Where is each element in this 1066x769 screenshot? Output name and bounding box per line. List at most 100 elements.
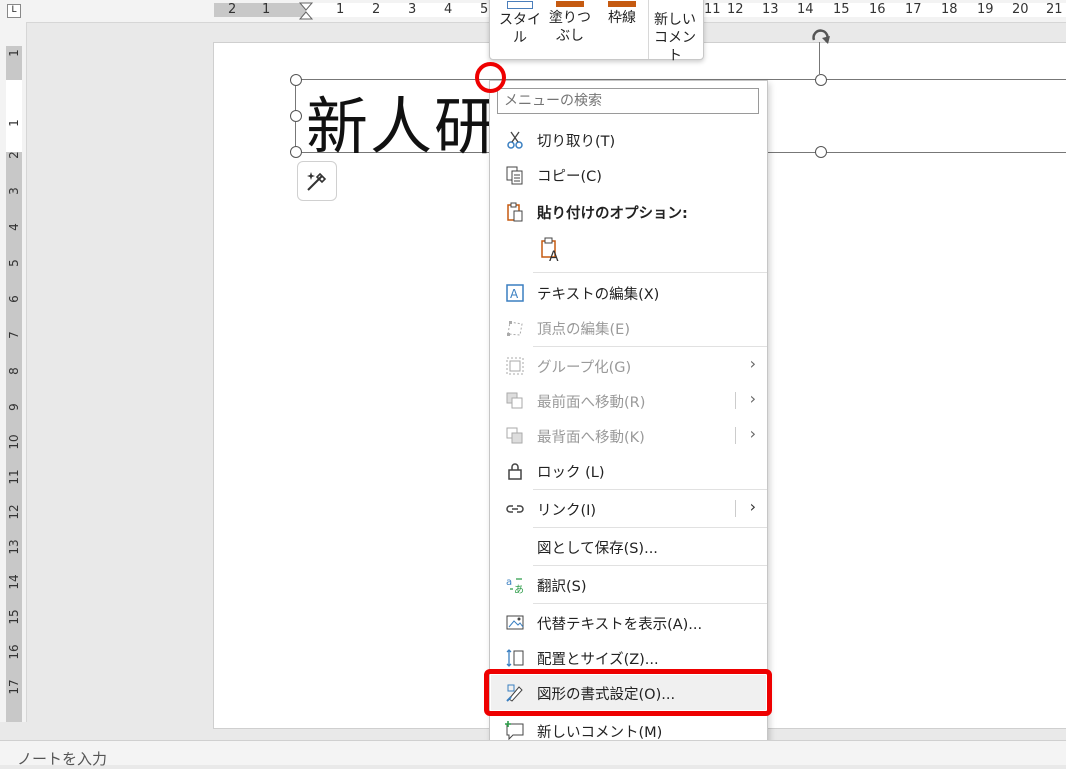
ruler-label: 21 <box>1046 2 1063 17</box>
ruler-label: 4 <box>7 223 21 231</box>
menu-item-label: 頂点の編集(E) <box>537 322 630 338</box>
menu-item-paste-options: 貼り付けのオプション: <box>491 194 766 229</box>
menu-item-label: テキストの編集(X) <box>537 287 660 303</box>
ruler-label: 16 <box>869 2 886 17</box>
rotate-handle-icon[interactable] <box>808 26 834 48</box>
menu-item-save-as-picture[interactable]: 図として保存(S)... <box>491 529 766 564</box>
menu-item-label: 新しいコメント(M) <box>537 725 663 741</box>
bring-front-icon <box>506 392 523 409</box>
menu-item-copy[interactable]: コピー(C) <box>491 157 766 192</box>
indent-marker-icon[interactable] <box>298 2 314 22</box>
menu-item-label: 配置とサイズ(Z)... <box>537 652 659 668</box>
submenu-chevron-icon: › <box>749 389 756 408</box>
svg-text:あ: あ <box>514 584 524 595</box>
ruler-label: 3 <box>408 2 417 17</box>
menu-item-edit-points: 頂点の編集(E) <box>491 310 766 345</box>
resize-handle[interactable] <box>815 146 827 158</box>
ruler-label: 15 <box>7 609 21 625</box>
send-back-icon <box>506 427 523 444</box>
outline-button[interactable]: 枠線 <box>600 1 644 27</box>
ruler-label: 19 <box>977 2 994 17</box>
resize-handle[interactable] <box>815 74 827 86</box>
ruler-label: 8 <box>7 367 21 375</box>
menu-item-cut[interactable]: 切り取り(T) <box>491 122 766 157</box>
menu-search-input[interactable] <box>497 88 759 114</box>
ruler-label: 12 <box>7 504 21 520</box>
paste-icon <box>507 202 523 222</box>
svg-text:a: a <box>506 577 512 588</box>
ruler-label: 18 <box>941 2 958 17</box>
designer-wand-icon <box>307 172 327 191</box>
ruler-label: 11 <box>704 2 721 17</box>
menu-item-label: 最前面へ移動(R) <box>537 395 646 411</box>
copy-icon <box>506 166 523 185</box>
fill-button[interactable]: 塗りつぶし <box>548 1 592 45</box>
ruler-label: 20 <box>1012 2 1029 17</box>
menu-item-label: 代替テキストを表示(A)... <box>537 617 703 633</box>
notes-pane[interactable]: ノートを入力 <box>0 740 1066 768</box>
scissors-icon <box>507 131 523 149</box>
menu-item-label: コピー(C) <box>537 169 602 185</box>
new-comment-button[interactable]: 新しいコメント <box>652 11 698 65</box>
ruler-label: 2 <box>372 2 381 17</box>
ruler-label: 13 <box>762 2 779 17</box>
translate-icon: aあ <box>506 577 524 595</box>
ruler-label: 1 <box>7 49 21 57</box>
ruler-label: 2 <box>228 2 237 17</box>
comment-icon <box>505 721 524 741</box>
menu-item-edit-text[interactable]: A テキストの編集(X) <box>491 275 766 310</box>
resize-handle[interactable] <box>290 146 302 158</box>
link-icon <box>506 505 524 513</box>
menu-item-label: ロック (L) <box>537 465 605 481</box>
designer-button[interactable] <box>297 161 337 201</box>
outline-button-label: 枠線 <box>608 10 636 26</box>
vertical-ruler: 1 1 2 3 4 5 6 7 8 9 10 11 12 13 14 15 16… <box>0 22 27 722</box>
menu-item-label: 図として保存(S)... <box>537 541 658 557</box>
ruler-label: 1 <box>262 2 271 17</box>
ruler-label: 9 <box>7 403 21 411</box>
resize-handle[interactable] <box>290 74 302 86</box>
ruler-label: 5 <box>7 259 21 267</box>
ruler-label: 4 <box>444 2 453 17</box>
ruler-label: 13 <box>7 539 21 555</box>
ruler-label: 3 <box>7 187 21 195</box>
ruler-label: 17 <box>7 679 21 695</box>
ruler-label: 6 <box>7 295 21 303</box>
submenu-chevron-icon: › <box>749 424 756 443</box>
notes-placeholder: ノートを入力 <box>17 750 108 768</box>
menu-item-label: 切り取り(T) <box>537 134 616 150</box>
edit-text-icon: A <box>506 284 524 302</box>
ruler-label: 10 <box>7 434 21 450</box>
ruler-label: 14 <box>7 574 21 590</box>
highlight-circle <box>475 62 506 93</box>
ruler-label: 15 <box>833 2 850 17</box>
ruler-label: 1 <box>336 2 345 17</box>
menu-item-send-back: 最背面へ移動(K) › <box>491 418 766 453</box>
edit-points-icon <box>507 321 523 336</box>
ruler-label: 2 <box>7 151 21 159</box>
menu-item-translate[interactable]: aあ 翻訳(S) <box>491 567 766 602</box>
menu-item-label: 最背面へ移動(K) <box>537 430 645 446</box>
position-size-icon <box>506 649 524 667</box>
ruler-label: 1 <box>7 119 21 127</box>
paste-keep-text-only-icon[interactable]: A <box>539 237 563 263</box>
alt-text-icon <box>506 615 524 630</box>
ruler-label: 5 <box>480 2 489 17</box>
menu-item-lock[interactable]: ロック (L) <box>491 453 766 488</box>
style-button[interactable]: スタイル <box>498 1 542 47</box>
menu-item-label: 翻訳(S) <box>537 579 587 595</box>
ruler-label: 11 <box>7 469 21 485</box>
tab-selector-button[interactable]: L <box>7 4 21 18</box>
menu-item-alt-text[interactable]: 代替テキストを表示(A)... <box>491 605 766 640</box>
svg-text:A: A <box>510 287 519 301</box>
ruler-label: 17 <box>905 2 922 17</box>
new-comment-button-label: 新しいコメント <box>654 12 696 64</box>
resize-handle[interactable] <box>290 110 302 122</box>
mini-toolbar: スタイル 塗りつぶし 枠線 新しいコメント <box>489 0 704 64</box>
menu-item-link[interactable]: リンク(I) › <box>491 491 766 526</box>
ruler-label: 7 <box>7 331 21 339</box>
menu-item-bring-front: 最前面へ移動(R) › <box>491 383 766 418</box>
svg-text:A: A <box>549 249 559 263</box>
ruler-label: 12 <box>727 2 744 17</box>
slide-title[interactable]: 新人研 <box>306 76 498 166</box>
